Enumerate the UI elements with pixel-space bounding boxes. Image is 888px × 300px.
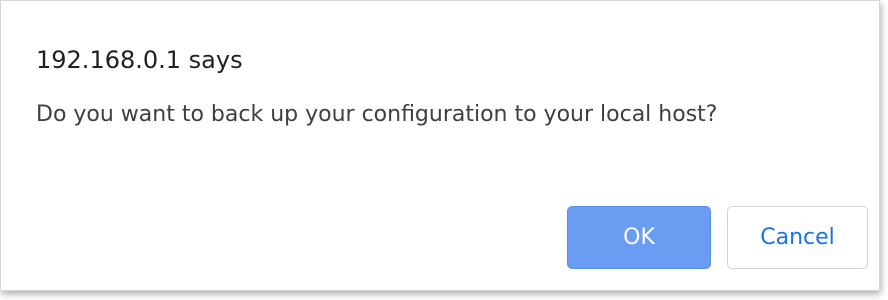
ok-button[interactable]: OK [567,206,711,269]
dialog-title: 192.168.0.1 says [36,46,243,74]
dialog-message: Do you want to back up your configuratio… [36,102,718,127]
cancel-button[interactable]: Cancel [727,206,868,269]
confirm-dialog: 192.168.0.1 says Do you want to back up … [0,0,880,291]
